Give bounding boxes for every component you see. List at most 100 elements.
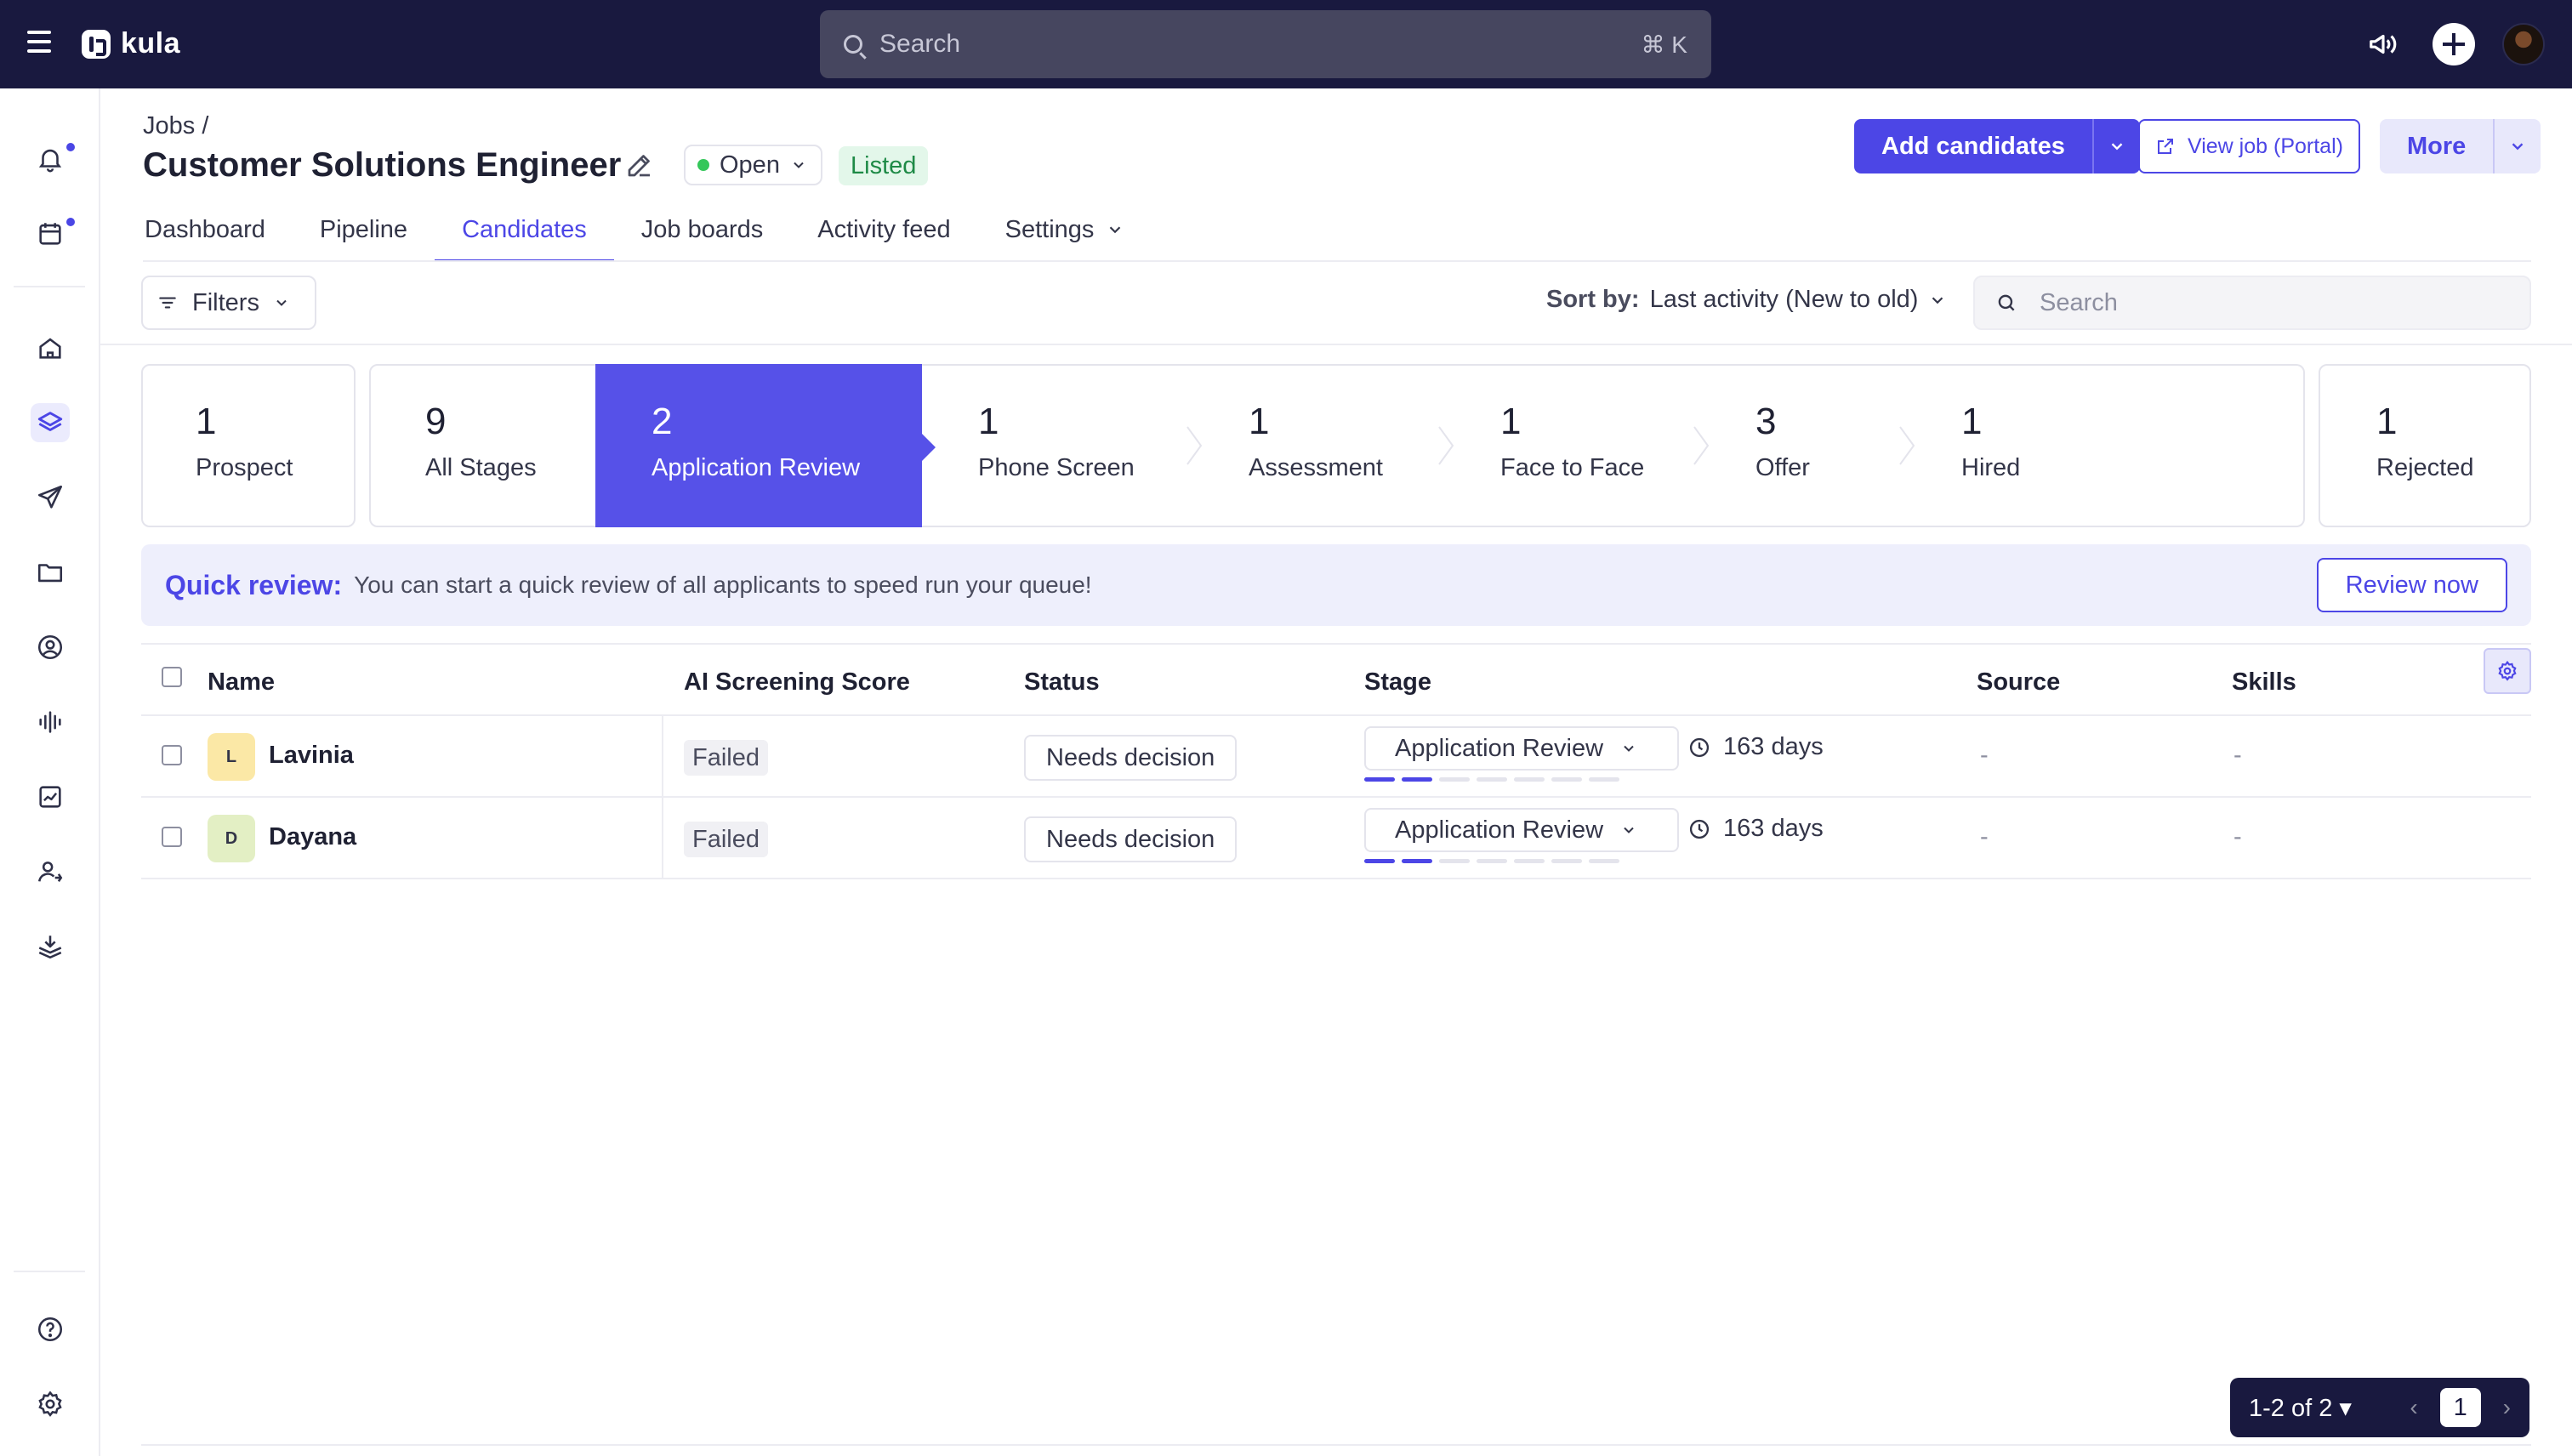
add-candidates-group: Add candidates — [1854, 119, 2140, 173]
filter-icon — [159, 297, 176, 309]
chart-icon[interactable] — [31, 777, 70, 816]
stage-dropdown-label: Application Review — [1395, 734, 1604, 762]
table-row[interactable]: L Lavinia Failed Needs decision Applicat… — [141, 716, 2531, 798]
candidate-name[interactable]: Lavinia — [269, 742, 354, 770]
sidebar-divider — [14, 286, 85, 287]
stage-card-rejected[interactable]: 1 Rejected — [2319, 364, 2531, 527]
send-icon[interactable] — [31, 478, 70, 517]
stage-label: Application Review — [652, 454, 861, 481]
tab-job-boards[interactable]: Job boards — [614, 197, 791, 262]
more-dropdown[interactable] — [2493, 119, 2541, 173]
more-button[interactable]: More — [2380, 119, 2494, 173]
candidate-search-placeholder: Search — [2040, 288, 2118, 316]
kula-logo[interactable]: kula — [82, 27, 180, 60]
folder-icon[interactable] — [31, 553, 70, 592]
stage-card-all-stages[interactable]: 9 All Stages — [369, 364, 602, 527]
tab-activity-feed[interactable]: Activity feed — [790, 197, 977, 262]
view-job-label: View job (Portal) — [2188, 134, 2343, 158]
chevron-right-icon[interactable]: › — [2503, 1394, 2511, 1421]
user-circle-icon[interactable] — [31, 628, 70, 667]
user-avatar[interactable] — [2502, 23, 2545, 65]
inbox-stack-icon[interactable] — [31, 927, 70, 966]
candidate-avatar: L — [208, 733, 255, 781]
create-new-button[interactable] — [2433, 23, 2475, 65]
chevron-down-icon — [1110, 226, 1121, 234]
stage-card-offer[interactable]: 3 Offer — [1699, 364, 1907, 527]
column-status[interactable]: Status — [1024, 668, 1100, 697]
tab-settings[interactable]: Settings — [978, 197, 1152, 262]
megaphone-icon[interactable] — [2361, 22, 2405, 66]
view-job-portal-button[interactable]: View job (Portal) — [2138, 119, 2360, 173]
days-label: 163 days — [1723, 733, 1824, 760]
chevron-down-icon — [1624, 745, 1634, 752]
column-source[interactable]: Source — [1977, 668, 2060, 697]
stage-card-application-review[interactable]: 2 Application Review — [595, 364, 936, 527]
chevron-down-icon — [2512, 143, 2524, 151]
stage-count: 1 — [196, 401, 217, 442]
review-now-button[interactable]: Review now — [2316, 558, 2507, 612]
page-number[interactable]: 1 — [2439, 1388, 2481, 1427]
column-settings-button[interactable] — [2484, 648, 2531, 694]
column-name[interactable]: Name — [208, 668, 275, 697]
page-range-dropdown[interactable]: 1-2 of 2 ▾ — [2249, 1393, 2352, 1423]
tab-candidates[interactable]: Candidates — [435, 197, 614, 262]
calendar-icon[interactable] — [31, 214, 75, 253]
chevron-down-icon — [794, 162, 804, 168]
status-button[interactable]: Needs decision — [1024, 735, 1238, 781]
sort-by-dropdown[interactable]: Sort by: Last activity (New to old) — [1546, 286, 1947, 314]
candidate-avatar: D — [208, 815, 255, 862]
job-tabs: Dashboard Pipeline Candidates Job boards… — [117, 197, 1152, 262]
help-icon[interactable] — [31, 1310, 70, 1349]
filters-button[interactable]: Filters — [141, 276, 316, 330]
stage-card-phone-screen[interactable]: 1 Phone Screen — [922, 364, 1194, 527]
breadcrumb[interactable]: Jobs / — [143, 112, 208, 140]
external-link-icon — [2158, 139, 2173, 154]
select-all-checkbox[interactable] — [162, 667, 182, 687]
pagination: 1-2 of 2 ▾ ‹ 1 › — [2230, 1378, 2529, 1437]
calendar-dot — [66, 218, 75, 226]
column-divider — [662, 716, 663, 796]
candidate-name[interactable]: Dayana — [269, 823, 356, 851]
stage-label: Offer — [1755, 454, 1810, 481]
listed-badge: Listed — [839, 146, 929, 185]
tab-dashboard[interactable]: Dashboard — [117, 197, 293, 262]
home-icon[interactable] — [31, 328, 70, 367]
chevron-left-icon[interactable]: ‹ — [2410, 1394, 2417, 1421]
settings-icon[interactable] — [31, 1385, 70, 1424]
column-skills[interactable]: Skills — [2232, 668, 2296, 697]
sidebar-divider-bottom — [14, 1271, 85, 1272]
add-candidates-button[interactable]: Add candidates — [1854, 119, 2092, 173]
stage-count: 2 — [652, 401, 673, 442]
stage-label: Prospect — [196, 454, 293, 481]
audio-wave-icon[interactable] — [31, 702, 70, 742]
candidate-search-input[interactable]: Search — [1973, 276, 2531, 330]
stage-card-hired[interactable]: 1 Hired — [1905, 364, 2305, 527]
job-status-dropdown[interactable]: Open — [684, 145, 822, 185]
pencil-icon[interactable] — [624, 150, 655, 180]
sidebar — [0, 88, 100, 1456]
tab-pipeline[interactable]: Pipeline — [293, 197, 435, 262]
stage-dropdown[interactable]: Application Review — [1364, 808, 1679, 852]
stage-dropdown[interactable]: Application Review — [1364, 726, 1679, 771]
stage-separator-chevron — [1899, 426, 1915, 465]
stage-card-prospect[interactable]: 1 Prospect — [141, 364, 356, 527]
status-button[interactable]: Needs decision — [1024, 816, 1238, 862]
column-stage[interactable]: Stage — [1364, 668, 1431, 697]
layers-icon[interactable] — [31, 403, 70, 442]
stage-card-assessment[interactable]: 1 Assessment — [1192, 364, 1446, 527]
row-checkbox[interactable] — [162, 745, 182, 765]
bell-icon[interactable] — [31, 139, 75, 179]
column-ai-screening-score[interactable]: AI Screening Score — [684, 668, 910, 697]
logo-text: kula — [121, 27, 181, 60]
global-search-input[interactable]: Search ⌘ K — [820, 10, 1711, 78]
hamburger-menu-icon[interactable] — [27, 31, 58, 58]
stage-count: 1 — [978, 401, 999, 442]
table-row[interactable]: D Dayana Failed Needs decision Applicati… — [141, 798, 2531, 879]
stage-label: Rejected — [2376, 454, 2474, 481]
stage-card-face-to-face[interactable]: 1 Face to Face — [1444, 364, 1701, 527]
row-checkbox[interactable] — [162, 827, 182, 847]
users-icon[interactable] — [31, 852, 70, 891]
add-candidates-dropdown[interactable] — [2091, 119, 2140, 173]
active-stage-arrow — [922, 434, 936, 461]
sort-by-label: Sort by: — [1546, 286, 1640, 313]
